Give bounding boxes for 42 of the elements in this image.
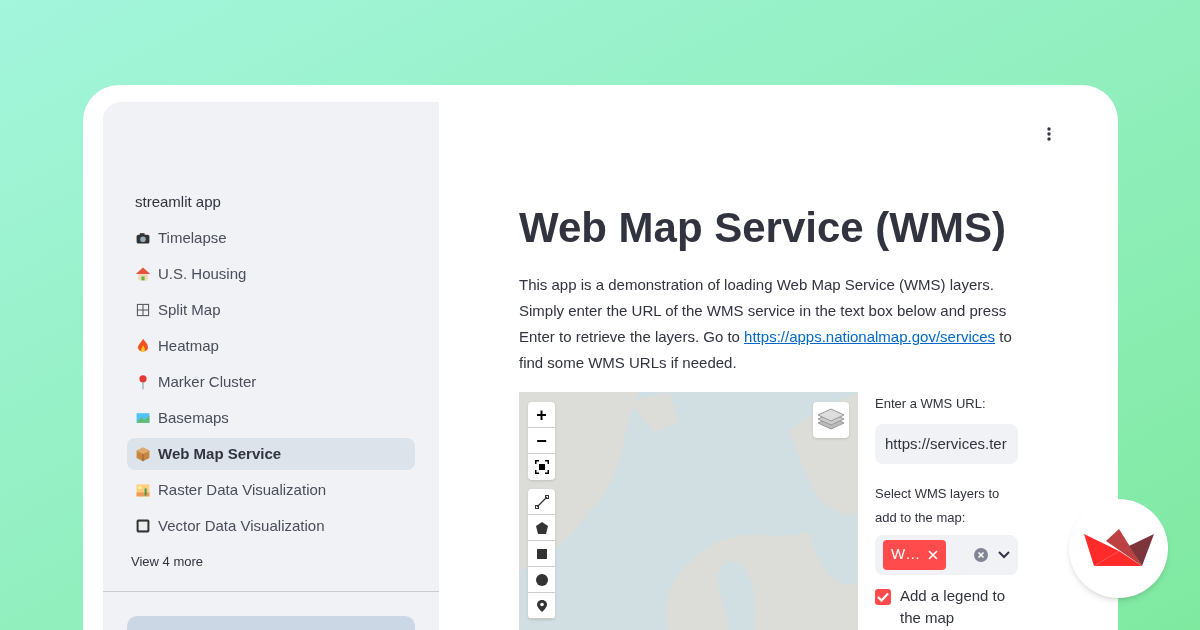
chevron-down-icon[interactable] <box>998 550 1010 559</box>
sidebar-item[interactable]: Split Map <box>127 294 415 326</box>
page-title: Web Map Service (WMS) <box>519 203 1007 253</box>
boat-logo-icon <box>1083 528 1154 569</box>
sidebar-item[interactable]: Raster Data Visualization <box>127 474 415 506</box>
clear-icon[interactable] <box>974 547 988 562</box>
zoom-out-button[interactable]: − <box>528 428 555 454</box>
view-more-link[interactable]: View 4 more <box>103 544 439 580</box>
description-text: This app is a demonstration of loading Web Map Service (WMS) layers. Simply enter the URL of the WMS service in the text box below and press Enter to retrieve the layers. Go to https://apps.nationalmap.gov/services to find some WMS URLs if needed. <box>519 275 1013 373</box>
services-link[interactable]: https://apps.nationalmap.gov/services <box>744 328 996 345</box>
zoom-in-button[interactable]: + <box>528 402 555 428</box>
field-label: Select WMS layers to add to the map: <box>875 484 1001 527</box>
checkbox-label: Add a legend to the map <box>900 585 1007 628</box>
sidebar-item[interactable]: Timelapse <box>127 222 415 254</box>
app-name-link[interactable]: streamlit app <box>103 184 439 220</box>
sidebar-item[interactable]: Heatmap <box>127 330 415 362</box>
camera-icon <box>135 230 151 246</box>
square-tool-icon <box>534 546 549 561</box>
legend-checkbox[interactable] <box>875 588 891 605</box>
sidebar-item[interactable]: Basemaps <box>127 402 415 434</box>
fullscreen-icon <box>534 460 549 474</box>
pentagon-icon <box>534 520 549 535</box>
window-icon <box>135 302 151 318</box>
url-field[interactable]: https://services.ter <box>875 423 1018 464</box>
line-tool-icon <box>534 494 549 509</box>
sidebar-item[interactable]: Marker Cluster <box>127 366 415 398</box>
field-label: Enter a WMS URL: <box>875 395 987 413</box>
circle-tool-icon <box>534 572 549 587</box>
flame-icon <box>135 338 151 354</box>
sidebar-item[interactable]: Vector Data Visualization <box>127 510 415 542</box>
sidebar-item[interactable]: U.S. Housing <box>127 258 415 290</box>
house-icon <box>135 266 151 282</box>
map-icon <box>135 410 151 426</box>
package-icon <box>135 446 151 462</box>
sidebar-item[interactable]: Web Map Service <box>127 438 415 470</box>
square-icon <box>135 518 151 534</box>
layers-button[interactable] <box>813 402 849 438</box>
tag-text: W… <box>891 544 921 565</box>
remove-icon[interactable] <box>928 549 939 560</box>
desert-icon <box>135 482 151 498</box>
marker-icon <box>534 598 549 613</box>
more-options-icon[interactable] <box>1047 126 1051 142</box>
